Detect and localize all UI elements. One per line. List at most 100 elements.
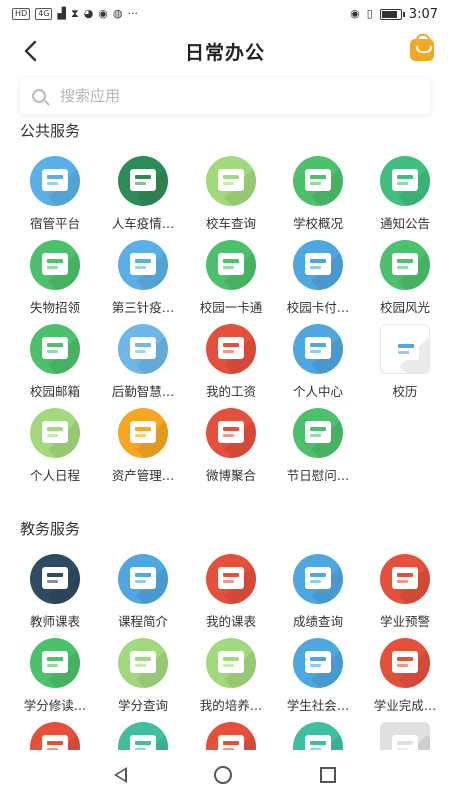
- app-item[interactable]: 学分查询: [98, 638, 188, 714]
- app-item[interactable]: 第三针疫…: [98, 240, 188, 316]
- app-label: 教师课表: [29, 614, 80, 629]
- signal-icon: ▟: [57, 7, 66, 20]
- eye-icon: ◉: [350, 7, 360, 20]
- app-item[interactable]: 校园一卡通: [186, 240, 276, 316]
- nav-back-icon[interactable]: [113, 767, 127, 783]
- books-icon: [30, 554, 80, 604]
- document-list-icon: [206, 722, 256, 750]
- app-label: 我的工资: [205, 384, 256, 399]
- app-item[interactable]: 学业预警: [360, 554, 450, 630]
- app-item[interactable]: 人车疫情…: [98, 156, 188, 232]
- vibrate-icon: ▯: [366, 7, 373, 20]
- bus-icon: [206, 156, 256, 206]
- app-label: 课程简介: [117, 614, 168, 629]
- page-title: 日常办公: [184, 41, 265, 64]
- app-item[interactable]: 节日慰问…: [273, 408, 363, 484]
- app-item[interactable]: 失物招领: [10, 240, 100, 316]
- campus-card-icon: [206, 240, 256, 290]
- app-label: 校园卡付…: [286, 300, 350, 315]
- search-bar[interactable]: [20, 78, 430, 114]
- app-item[interactable]: 宿管平台: [10, 156, 100, 232]
- nav-recent-icon[interactable]: [320, 767, 337, 783]
- app-label: 校车查询: [205, 216, 256, 231]
- app-label: 通知公告: [379, 216, 430, 231]
- app-item[interactable]: 我的工资: [186, 324, 276, 400]
- grade-search-icon: [293, 554, 343, 604]
- asset-book-icon: [118, 408, 168, 458]
- course-doc-icon: [118, 554, 168, 604]
- student-practice-icon: [293, 638, 343, 688]
- app-item[interactable]: 教师课表: [10, 554, 100, 630]
- dorm-house-icon: [30, 156, 80, 206]
- app-item[interactable]: 个人中心: [273, 324, 363, 400]
- person-icon: [293, 324, 343, 374]
- salary-icon: [206, 324, 256, 374]
- app-item[interactable]: 学校概况: [273, 156, 363, 232]
- app-item[interactable]: [10, 722, 100, 750]
- app-label: 校园一卡通: [199, 300, 263, 315]
- battery-fill: [381, 10, 398, 18]
- app-item[interactable]: [273, 722, 363, 750]
- app-label: 我的课表: [205, 614, 256, 629]
- app-item[interactable]: 个人日程: [10, 408, 100, 484]
- app-label: 第三针疫…: [111, 300, 175, 315]
- app-label: 学业完成…: [373, 698, 437, 713]
- books-search-icon: [30, 722, 80, 750]
- app-item[interactable]: 资产管理…: [98, 408, 188, 484]
- holiday-gift-icon: [293, 408, 343, 458]
- system-nav-bar: [0, 750, 450, 800]
- status-left: HD 4G ▟ ⧗ ◕ ◉ ◍ ···: [12, 8, 138, 20]
- app-header: 日常办公: [0, 28, 450, 74]
- report-table-icon: [380, 722, 430, 750]
- app-item[interactable]: 我的课表: [186, 554, 276, 630]
- more-icon: ···: [127, 7, 139, 20]
- app-list: 公共服务 宿管平台 人车疫情… 校车查询 学校概况 通知公告 失物招领 第三针疫… 校园一卡通校…: [0, 118, 450, 750]
- calendar-icon: [380, 324, 430, 374]
- open-book-icon: [206, 408, 256, 458]
- app-item[interactable]: 后勤智慧…: [98, 324, 188, 400]
- back-button[interactable]: [16, 36, 46, 66]
- logistics-icon: [118, 324, 168, 374]
- app-item[interactable]: 学生社会…: [273, 638, 363, 714]
- app-label: 学生社会…: [286, 698, 350, 713]
- app-item[interactable]: 微博聚合: [186, 408, 276, 484]
- app-label: 校历: [392, 384, 418, 399]
- campus-scenery-icon: [380, 240, 430, 290]
- app-item[interactable]: 学业完成…: [360, 638, 450, 714]
- app-item[interactable]: 校园风光: [360, 240, 450, 316]
- app-item[interactable]: 课程简介: [98, 554, 188, 630]
- vehicle-badge-icon: [118, 156, 168, 206]
- notice-board-icon: [380, 156, 430, 206]
- chevron-left-icon: [24, 40, 37, 62]
- app-item[interactable]: 成绩查询: [273, 554, 363, 630]
- mail-icon: [30, 324, 80, 374]
- app-label: 学分查询: [117, 698, 168, 713]
- app-label: 资产管理…: [111, 468, 175, 483]
- app-label: 学分修读…: [23, 698, 87, 713]
- app-item[interactable]: 校园卡付…: [273, 240, 363, 316]
- hourglass-icon: ⧗: [70, 7, 79, 20]
- app-item[interactable]: 学分修读…: [10, 638, 100, 714]
- search-icon: [32, 89, 46, 103]
- exam-seat-icon: [293, 722, 343, 750]
- app-item[interactable]: 校园邮箱: [10, 324, 100, 400]
- blackboard-icon: [206, 554, 256, 604]
- nav-home-icon[interactable]: [214, 766, 233, 784]
- app-item[interactable]: [186, 722, 276, 750]
- student-warning-icon: [380, 554, 430, 604]
- app-item[interactable]: 我的培养…: [186, 638, 276, 714]
- app-label: 后勤智慧…: [111, 384, 175, 399]
- app-item[interactable]: [98, 722, 188, 750]
- app-label: 校园邮箱: [29, 384, 80, 399]
- search-input[interactable]: [60, 87, 400, 105]
- status-right: ◉ ▯ 3:07: [350, 7, 438, 22]
- app-item[interactable]: 通知公告: [360, 156, 450, 232]
- browser-icon: ◉: [98, 7, 108, 20]
- app-item[interactable]: [360, 722, 450, 750]
- app-item[interactable]: 校车查询: [186, 156, 276, 232]
- credit-doc-icon: [30, 638, 80, 688]
- schedule-icon: [30, 408, 80, 458]
- shopping-bag-icon[interactable]: [410, 34, 434, 61]
- app-item[interactable]: 校历: [360, 324, 450, 400]
- lost-found-icon: [30, 240, 80, 290]
